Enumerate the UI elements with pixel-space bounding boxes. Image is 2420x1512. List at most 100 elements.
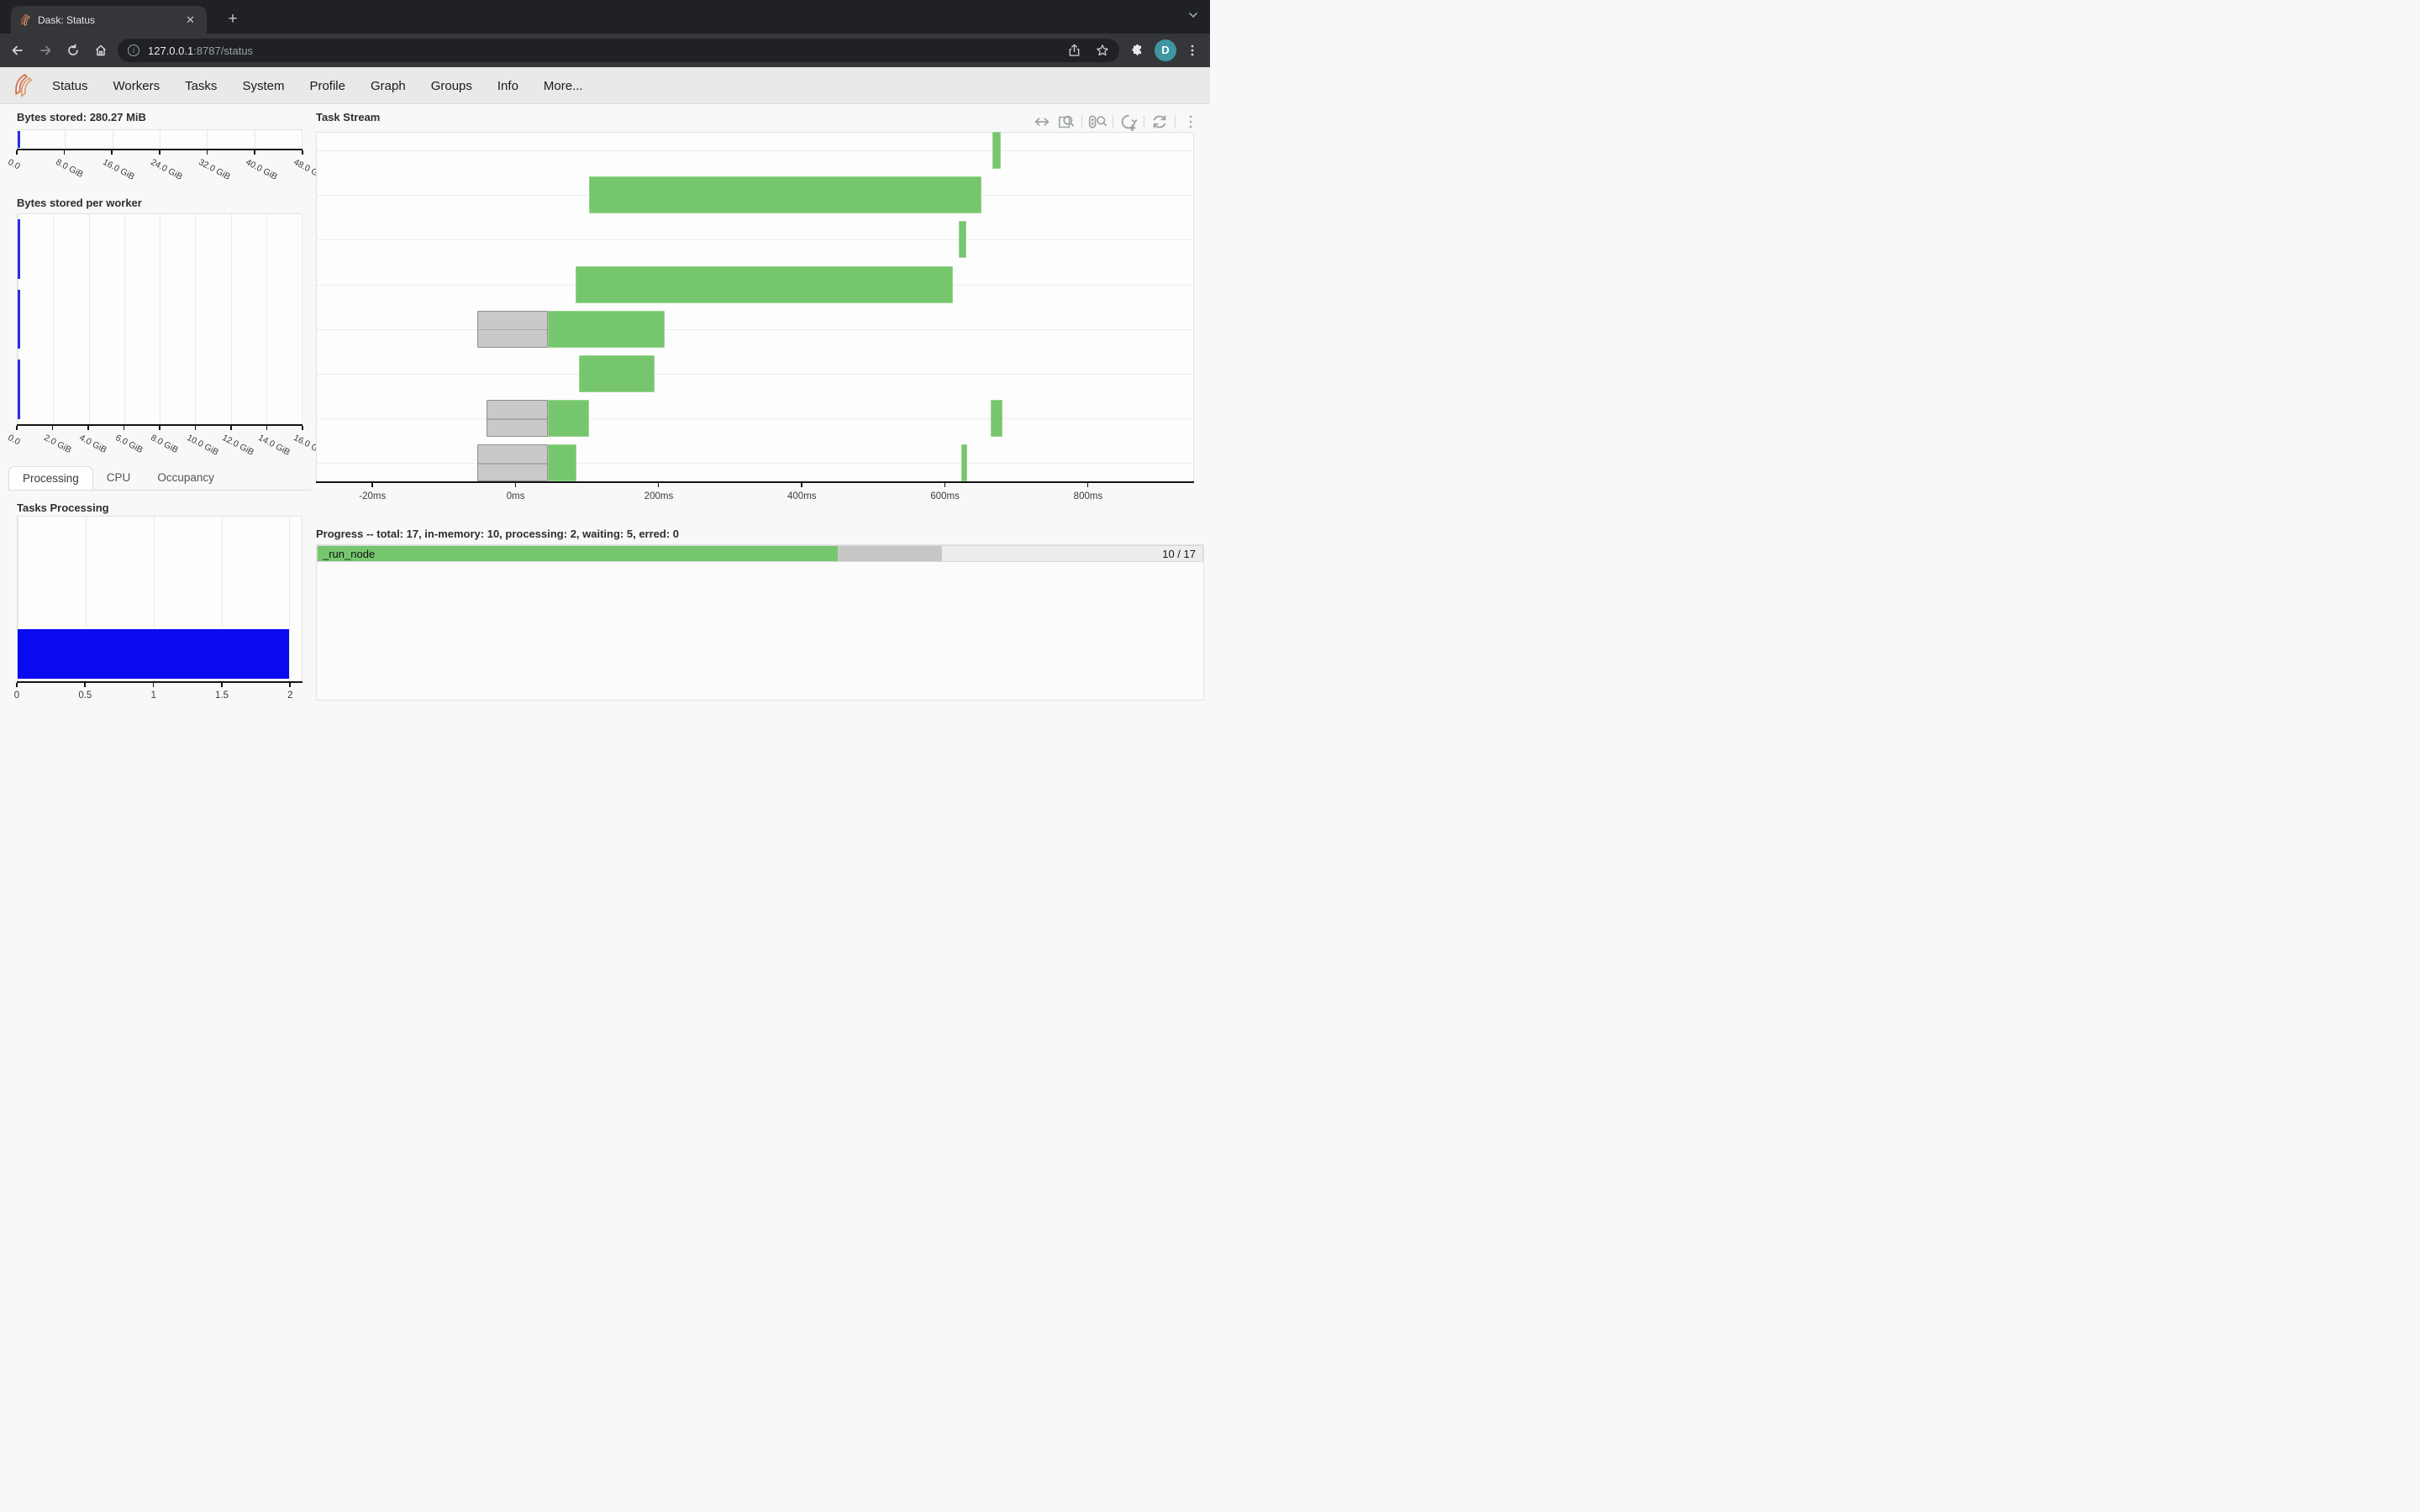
lane-gridline (317, 239, 1193, 240)
nav-item-more[interactable]: More... (544, 79, 583, 93)
axis-tick-label: 800ms (1061, 491, 1115, 501)
bytes-per-worker-plot (17, 213, 302, 424)
transfer-split-line (487, 418, 547, 420)
menu-tool-icon[interactable] (1181, 113, 1200, 131)
bytes-per-worker-title: Bytes stored per worker (17, 197, 142, 209)
axis-tick (254, 150, 255, 155)
browser-toolbar: i 127.0.0.1:8787/status D (0, 34, 1210, 67)
axis-tick (266, 426, 268, 430)
progress-task-name: _run_node (323, 548, 375, 560)
zoom-in-tool-icon[interactable] (1119, 113, 1138, 131)
axis-tick (1087, 483, 1089, 487)
lane-gridline (317, 329, 1193, 330)
browser-profile-avatar[interactable]: D (1155, 39, 1176, 61)
browser-tab-strip: Dask: Status ✕ + (0, 0, 1210, 34)
axis-tick-label: -20ms (345, 491, 399, 501)
nav-item-info[interactable]: Info (497, 79, 518, 93)
axis-tick (944, 483, 946, 487)
new-tab-button[interactable]: + (222, 8, 244, 30)
gridline (65, 130, 66, 149)
task-bar-transfer (477, 311, 548, 348)
tasks-processing-title: Tasks Processing (17, 501, 109, 514)
lane-gridline (317, 374, 1193, 375)
task-bar-compute (548, 444, 576, 481)
axis-tick (371, 483, 373, 487)
lane-gridline (317, 463, 1193, 464)
axis-tick (84, 683, 86, 687)
transfer-split-line (478, 329, 547, 331)
toolbar-separator (1081, 115, 1082, 129)
browser-tab[interactable]: Dask: Status ✕ (11, 6, 207, 34)
axis-tick (207, 150, 208, 155)
axis-tick (16, 426, 18, 430)
progress-processing-segment (838, 546, 942, 561)
gridline (207, 130, 208, 149)
tab-cpu[interactable]: CPU (93, 466, 145, 490)
tab-search-chevron-icon[interactable] (1188, 10, 1198, 20)
axis-tick-label: 2.0 GiB (42, 433, 73, 455)
axis-tick-label: 1 (127, 690, 181, 701)
nav-item-graph[interactable]: Graph (371, 79, 406, 93)
wheel-zoom-tool-icon[interactable] (1088, 113, 1107, 131)
axis-tick-label: 10.0 GiB (185, 433, 220, 458)
site-info-icon[interactable]: i (128, 45, 139, 56)
axis-tick-label: 200ms (632, 491, 686, 501)
axis-tick-label: 14.0 GiB (256, 433, 292, 458)
transfer-split-line (478, 463, 547, 465)
nav-item-system[interactable]: System (242, 79, 284, 93)
browser-menu-kebab-icon[interactable] (1181, 39, 1203, 61)
axis-tick-label: 40.0 GiB (245, 157, 280, 182)
tab-processing[interactable]: Processing (8, 466, 93, 491)
axis-tick (221, 683, 223, 687)
axis-tick-label: 6.0 GiB (113, 433, 145, 455)
tab-close-icon[interactable]: ✕ (182, 13, 198, 27)
gridline (266, 214, 267, 424)
bokeh-toolbar (1033, 113, 1200, 131)
nav-item-groups[interactable]: Groups (431, 79, 472, 93)
axis-tick (159, 150, 160, 155)
axis-tick (16, 150, 18, 155)
worker-bytes-bar (18, 360, 20, 419)
tab-occupancy[interactable]: Occupancy (144, 466, 228, 490)
tasks-processing-bar (18, 629, 289, 679)
bookmark-star-icon[interactable] (1096, 44, 1109, 57)
reload-button[interactable] (62, 39, 84, 61)
task-bar-compute (589, 176, 982, 213)
axis-tick (153, 683, 155, 687)
axis-tick (302, 150, 303, 155)
axis-tick (801, 483, 802, 487)
dask-status-page: Bytes stored: 280.27 MiB 0.08.0 GiB16.0 … (0, 104, 1210, 756)
progress-plot: _run_node 10 / 17 (316, 544, 1204, 701)
axis-tick-label: 2 (263, 690, 317, 701)
lane-gridline (317, 418, 1193, 419)
task-bar-compute (961, 444, 967, 481)
task-stream-title: Task Stream (316, 111, 380, 123)
axis-tick-label: 0ms (489, 491, 543, 501)
bytes-stored-title: Bytes stored: 280.27 MiB (17, 111, 146, 123)
reset-tool-icon[interactable] (1150, 113, 1169, 131)
home-button[interactable] (90, 39, 112, 61)
nav-item-status[interactable]: Status (52, 79, 88, 93)
progress-count: 10 / 17 (1162, 548, 1196, 560)
nav-item-tasks[interactable]: Tasks (185, 79, 217, 93)
dask-logo (12, 72, 34, 99)
share-icon[interactable] (1068, 44, 1081, 57)
axis-tick-label: 400ms (775, 491, 829, 501)
task-bar-transfer (487, 400, 548, 437)
extensions-puzzle-icon[interactable] (1127, 39, 1149, 61)
url-bar[interactable]: i 127.0.0.1:8787/status (118, 39, 1119, 62)
back-button[interactable] (7, 39, 29, 61)
gridline (289, 517, 290, 681)
pan-tool-icon[interactable] (1033, 113, 1051, 131)
dask-navbar: Status Workers Tasks System Profile Graph Grou… (0, 67, 1210, 104)
nav-item-profile[interactable]: Profile (309, 79, 345, 93)
axis-tick (111, 150, 113, 155)
worker-bytes-bar (18, 219, 20, 279)
forward-button[interactable] (34, 39, 56, 61)
axis-tick (124, 426, 125, 430)
toolbar-separator (1175, 115, 1176, 129)
bytes-stored-bar (18, 131, 20, 148)
nav-item-workers[interactable]: Workers (113, 79, 160, 93)
box-zoom-tool-icon[interactable] (1057, 113, 1076, 131)
gridline (231, 214, 232, 424)
